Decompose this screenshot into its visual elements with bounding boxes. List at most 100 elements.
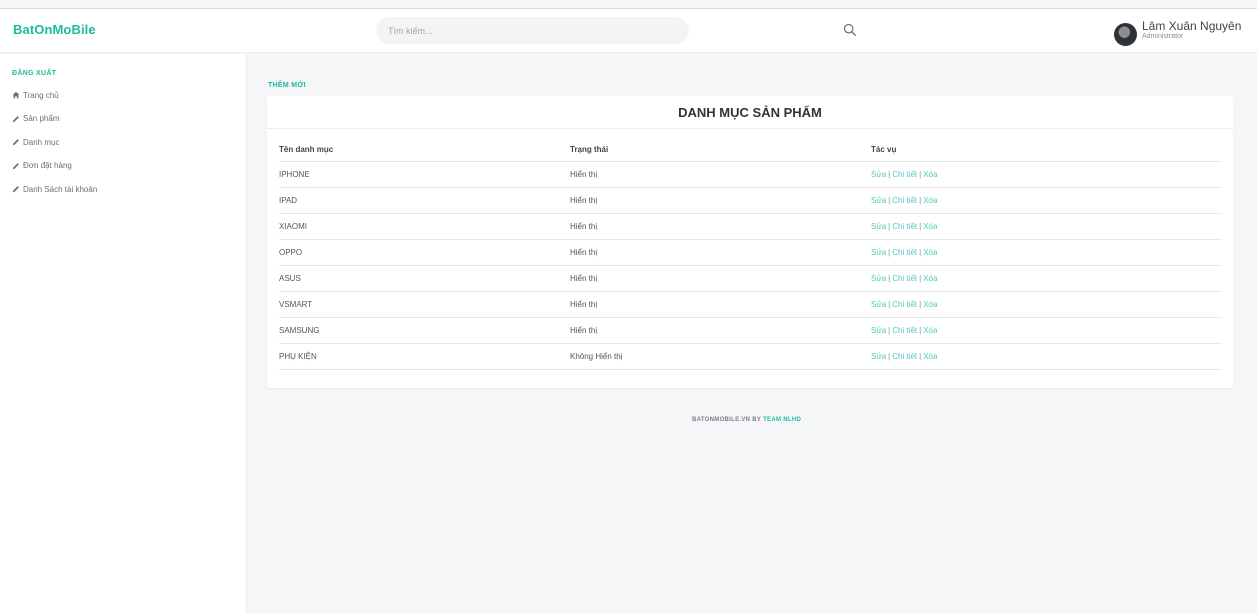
column-header-actions: Tác vụ bbox=[871, 145, 897, 154]
row-actions: Sửa | Chi tiết | Xóa bbox=[871, 214, 937, 239]
detail-link[interactable]: Chi tiết bbox=[892, 222, 917, 231]
sidebar-item-label: Danh Sách tài khoản bbox=[23, 184, 98, 194]
category-name: IPAD bbox=[279, 196, 298, 205]
sidebar-item[interactable]: Đơn đặt hàng bbox=[12, 159, 72, 173]
delete-link[interactable]: Xóa bbox=[923, 300, 937, 309]
footer-team-link[interactable]: TEAM NLHD bbox=[763, 417, 801, 423]
edit-link[interactable]: Sửa bbox=[871, 300, 886, 309]
top-navbar: BatOnMoBile Lâm Xuân Nguyên Administrato… bbox=[0, 9, 1257, 53]
table-row: IPAD Hiển thị Sửa | Chi tiết | Xóa bbox=[279, 188, 1222, 214]
delete-link[interactable]: Xóa bbox=[923, 196, 937, 205]
edit-link[interactable]: Sửa bbox=[871, 222, 886, 231]
category-status: Hiển thị bbox=[570, 326, 598, 335]
action-separator: | bbox=[888, 274, 891, 283]
category-status: Hiển thị bbox=[570, 274, 598, 283]
detail-link[interactable]: Chi tiết bbox=[892, 170, 917, 179]
action-separator: | bbox=[888, 300, 891, 309]
row-actions: Sửa | Chi tiết | Xóa bbox=[871, 240, 937, 265]
row-actions: Sửa | Chi tiết | Xóa bbox=[871, 266, 937, 291]
pencil-icon bbox=[12, 115, 23, 123]
category-name: IPHONE bbox=[279, 170, 310, 179]
column-header-name: Tên danh mục bbox=[279, 145, 334, 154]
category-status: Hiển thị bbox=[570, 170, 598, 179]
delete-link[interactable]: Xóa bbox=[923, 170, 937, 179]
edit-link[interactable]: Sửa bbox=[871, 196, 886, 205]
sidebar: ĐĂNG XUẤT Trang chủ Sản phẩm Danh mục Đơn đ… bbox=[0, 54, 247, 614]
pencil-icon bbox=[12, 185, 23, 193]
category-status: Hiển thị bbox=[570, 300, 598, 309]
sidebar-item-label: Danh mục bbox=[23, 137, 60, 147]
table-header: Tên danh mục Trạng thái Tác vụ bbox=[279, 138, 1222, 162]
action-separator: | bbox=[919, 170, 922, 179]
detail-link[interactable]: Chi tiết bbox=[892, 248, 917, 257]
delete-link[interactable]: Xóa bbox=[923, 222, 937, 231]
category-name: ASUS bbox=[279, 274, 301, 283]
search-icon[interactable] bbox=[843, 23, 857, 37]
sidebar-item[interactable]: Trang chủ bbox=[12, 88, 59, 102]
category-card: DANH MỤC SẢN PHẨM Tên danh mục Trạng thá… bbox=[267, 96, 1233, 388]
detail-link[interactable]: Chi tiết bbox=[892, 196, 917, 205]
action-separator: | bbox=[888, 222, 891, 231]
action-separator: | bbox=[919, 222, 922, 231]
row-actions: Sửa | Chi tiết | Xóa bbox=[871, 162, 937, 187]
edit-link[interactable]: Sửa bbox=[871, 170, 886, 179]
search-input[interactable] bbox=[376, 17, 689, 44]
category-table: Tên danh mục Trạng thái Tác vụ IPHONE Hiể… bbox=[279, 138, 1222, 370]
table-row: IPHONE Hiển thị Sửa | Chi tiết | Xóa bbox=[279, 162, 1222, 188]
sidebar-item[interactable]: Sản phẩm bbox=[12, 112, 59, 126]
delete-link[interactable]: Xóa bbox=[923, 326, 937, 335]
row-actions: Sửa | Chi tiết | Xóa bbox=[871, 344, 937, 369]
table-row: SAMSUNG Hiển thị Sửa | Chi tiết | Xóa bbox=[279, 318, 1222, 344]
table-row: OPPO Hiển thị Sửa | Chi tiết | Xóa bbox=[279, 240, 1222, 266]
sidebar-item-label: Đơn đặt hàng bbox=[23, 161, 72, 170]
action-separator: | bbox=[919, 352, 922, 361]
sidebar-item[interactable]: Danh Sách tài khoản bbox=[12, 182, 97, 196]
action-separator: | bbox=[919, 274, 922, 283]
page-title: DANH MỤC SẢN PHẨM bbox=[267, 96, 1233, 129]
edit-link[interactable]: Sửa bbox=[871, 274, 886, 283]
category-status: Hiển thị bbox=[570, 222, 598, 231]
action-separator: | bbox=[888, 170, 891, 179]
detail-link[interactable]: Chi tiết bbox=[892, 352, 917, 361]
row-actions: Sửa | Chi tiết | Xóa bbox=[871, 318, 937, 343]
action-separator: | bbox=[888, 352, 891, 361]
action-separator: | bbox=[888, 196, 891, 205]
action-separator: | bbox=[919, 300, 922, 309]
delete-link[interactable]: Xóa bbox=[923, 274, 937, 283]
category-name: XIAOMI bbox=[279, 222, 308, 231]
table-row: XIAOMI Hiển thị Sửa | Chi tiết | Xóa bbox=[279, 214, 1222, 240]
user-name[interactable]: Lâm Xuân Nguyên bbox=[1142, 19, 1241, 33]
action-separator: | bbox=[919, 326, 922, 335]
brand-logo[interactable]: BatOnMoBile bbox=[13, 22, 96, 37]
edit-link[interactable]: Sửa bbox=[871, 248, 886, 257]
pencil-icon bbox=[12, 138, 23, 146]
footer: BATONMOBILE.VN BY TEAM NLHD bbox=[692, 417, 801, 423]
logout-link[interactable]: ĐĂNG XUẤT bbox=[12, 70, 56, 77]
category-status: Không Hiển thị bbox=[570, 352, 623, 361]
action-separator: | bbox=[888, 248, 891, 257]
delete-link[interactable]: Xóa bbox=[923, 352, 937, 361]
detail-link[interactable]: Chi tiết bbox=[892, 326, 917, 335]
pencil-icon bbox=[12, 162, 23, 170]
detail-link[interactable]: Chi tiết bbox=[892, 274, 917, 283]
add-new-link[interactable]: THÊM MỚI bbox=[268, 82, 306, 89]
user-avatar[interactable] bbox=[1114, 23, 1137, 46]
sidebar-item-label: Sản phẩm bbox=[23, 114, 60, 123]
category-name: VSMART bbox=[279, 300, 313, 309]
action-separator: | bbox=[888, 326, 891, 335]
category-status: Hiển thị bbox=[570, 248, 598, 257]
user-role: Administrator bbox=[1142, 33, 1184, 40]
detail-link[interactable]: Chi tiết bbox=[892, 300, 917, 309]
category-status: Hiển thị bbox=[570, 196, 598, 205]
edit-link[interactable]: Sửa bbox=[871, 352, 886, 361]
category-name: OPPO bbox=[279, 248, 303, 257]
delete-link[interactable]: Xóa bbox=[923, 248, 937, 257]
row-actions: Sửa | Chi tiết | Xóa bbox=[871, 188, 937, 213]
row-actions: Sửa | Chi tiết | Xóa bbox=[871, 292, 937, 317]
sidebar-item[interactable]: Danh mục bbox=[12, 135, 59, 149]
category-name: PHỤ KIỆN bbox=[279, 352, 317, 361]
footer-text: BATONMOBILE.VN BY bbox=[692, 417, 762, 423]
column-header-status: Trạng thái bbox=[570, 145, 609, 154]
table-row: PHỤ KIỆN Không Hiển thị Sửa | Chi tiết | Xóa bbox=[279, 344, 1222, 370]
edit-link[interactable]: Sửa bbox=[871, 326, 886, 335]
